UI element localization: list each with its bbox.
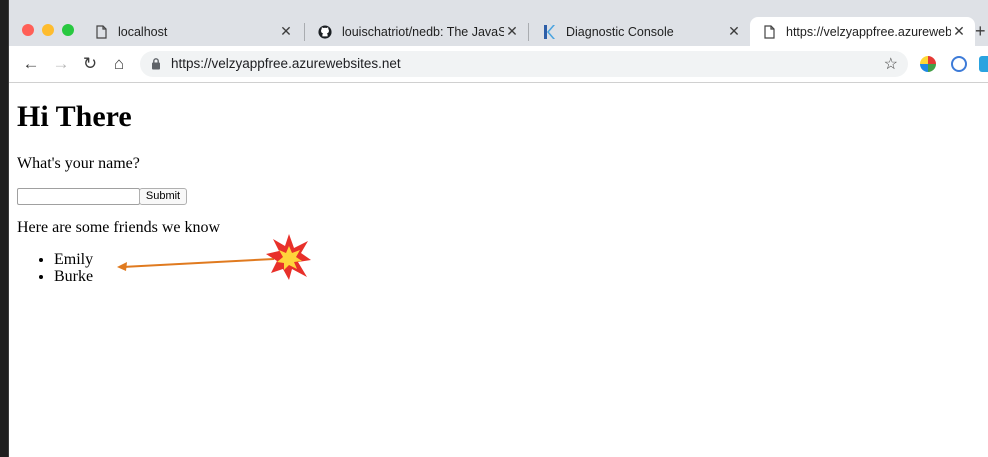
close-tab-icon[interactable]: ✕	[504, 23, 520, 40]
browser-window: localhost ✕ louischatriot/nedb: The Java…	[8, 0, 988, 457]
maximize-window-button[interactable]	[62, 24, 74, 36]
back-button[interactable]: ←	[21, 54, 41, 74]
home-button[interactable]: ⌂	[109, 54, 129, 74]
close-tab-icon[interactable]: ✕	[278, 23, 294, 40]
close-tab-icon[interactable]: ✕	[726, 23, 742, 40]
document-icon	[94, 24, 108, 39]
reload-button[interactable]: ↻	[80, 54, 100, 74]
extension-icon[interactable]	[951, 56, 967, 72]
tab-title: localhost	[118, 24, 168, 39]
arrow-head-icon	[117, 262, 127, 271]
browser-toolbar: ← → ↻ ⌂ https://velzyappfree.azurewebsit…	[9, 46, 988, 83]
page-content: Hi There What's your name? Submit Here a…	[9, 83, 988, 457]
tab-title: https://velzyappfree.azureweb	[786, 24, 951, 39]
annotation-arrow	[122, 258, 275, 268]
address-bar[interactable]: https://velzyappfree.azurewebsites.net ☆	[140, 51, 908, 77]
kudu-icon	[542, 24, 556, 39]
lock-icon[interactable]	[151, 57, 161, 70]
bookmark-star-icon[interactable]: ☆	[884, 54, 898, 74]
document-icon	[762, 24, 776, 39]
close-tab-icon[interactable]: ✕	[951, 23, 967, 40]
annotation-overlay	[117, 234, 311, 280]
tab-title: louischatriot/nedb: The JavaSc	[342, 24, 504, 39]
tab-velzyappfree[interactable]: https://velzyappfree.azureweb ✕	[750, 17, 975, 46]
tab-diagnostic-console[interactable]: Diagnostic Console ✕	[530, 17, 750, 46]
tab-github-nedb[interactable]: louischatriot/nedb: The JavaSc ✕	[306, 17, 528, 46]
close-window-button[interactable]	[22, 24, 34, 36]
extension-icon[interactable]	[979, 56, 988, 72]
tab-title: Diagnostic Console	[566, 24, 674, 39]
minimize-window-button[interactable]	[42, 24, 54, 36]
tab-localhost[interactable]: localhost ✕	[82, 17, 302, 46]
tab-separator	[528, 23, 529, 41]
tab-separator	[304, 23, 305, 41]
tab-strip: localhost ✕ louischatriot/nedb: The Java…	[9, 0, 988, 46]
address-url[interactable]: https://velzyappfree.azurewebsites.net	[171, 56, 401, 71]
new-tab-button[interactable]: +	[975, 21, 986, 42]
github-icon	[318, 24, 332, 39]
color-extension-icon[interactable]	[920, 56, 936, 72]
forward-button[interactable]: →	[51, 54, 71, 74]
